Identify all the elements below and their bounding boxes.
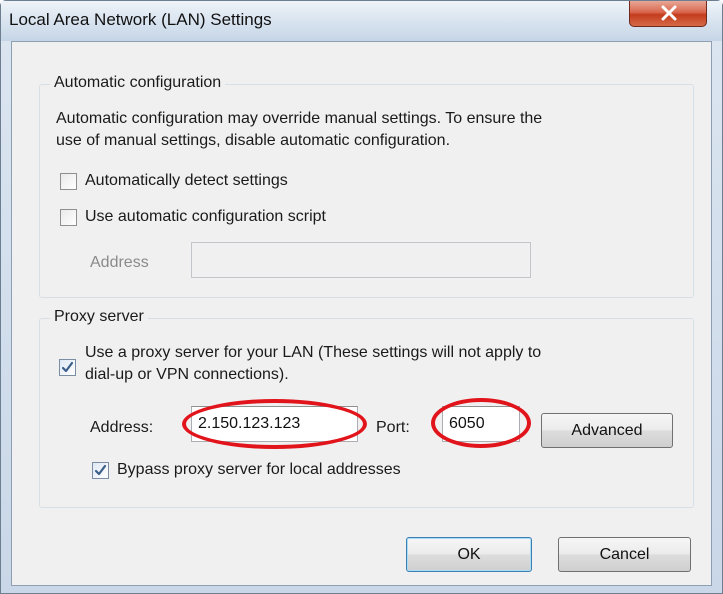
script-address-label: Address — [90, 254, 149, 271]
use-proxy-label-line2[interactable]: dial-up or VPN connections). — [85, 364, 289, 385]
proxy-server-legend: Proxy server — [50, 308, 148, 326]
proxy-address-label: Address: — [90, 419, 154, 436]
auto-config-script-checkbox[interactable] — [60, 209, 77, 226]
close-button[interactable] — [629, 1, 707, 27]
use-proxy-checkbox[interactable] — [59, 359, 76, 376]
bypass-local-checkbox[interactable] — [92, 462, 109, 479]
lan-settings-dialog: Local Area Network (LAN) Settings Automa… — [0, 0, 723, 594]
cancel-button[interactable]: Cancel — [558, 537, 691, 572]
proxy-port-input[interactable] — [442, 406, 520, 442]
automatic-configuration-legend: Automatic configuration — [50, 74, 226, 92]
window-title: Local Area Network (LAN) Settings — [9, 10, 272, 29]
script-address-input[interactable] — [191, 242, 531, 278]
proxy-port-label: Port: — [376, 419, 410, 436]
auto-detect-checkbox[interactable] — [60, 173, 77, 190]
auto-config-description-line1: Automatic configuration may override man… — [56, 110, 543, 127]
bypass-local-label[interactable]: Bypass proxy server for local addresses — [117, 459, 401, 480]
use-proxy-label-line1[interactable]: Use a proxy server for your LAN (These s… — [85, 342, 541, 363]
advanced-button[interactable]: Advanced — [541, 413, 673, 448]
title-bar[interactable]: Local Area Network (LAN) Settings — [1, 1, 722, 41]
dialog-body: Automatic configuration Automatic config… — [11, 41, 712, 586]
auto-config-description-line2: use of manual settings, disable automati… — [56, 132, 451, 149]
auto-detect-label[interactable]: Automatically detect settings — [85, 170, 288, 191]
proxy-address-input[interactable] — [191, 406, 358, 442]
ok-button[interactable]: OK — [406, 537, 532, 572]
auto-config-script-label[interactable]: Use automatic configuration script — [85, 206, 326, 227]
